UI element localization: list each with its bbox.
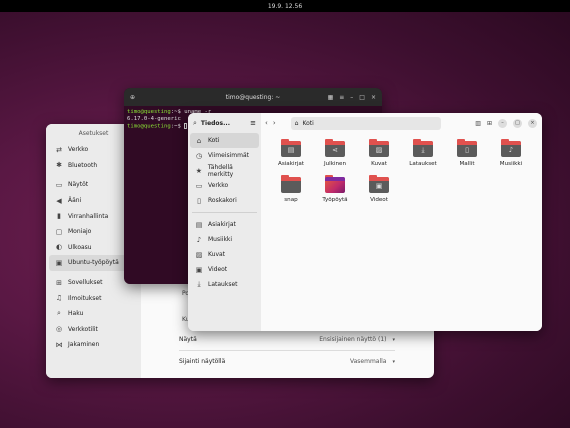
sidebar-item-trash[interactable]: ▯ Roskakori [190, 193, 259, 208]
close-icon[interactable]: × [371, 94, 376, 101]
sidebar-item-recent[interactable]: ◷ Viimeisimmät [190, 148, 259, 163]
grid-view-icon[interactable]: ⊞ [487, 120, 492, 127]
files-window: ⌕ Tiedos... ≡ ⌂ Koti ◷ Viimeisimmät ★ Tähdel… [188, 113, 542, 331]
sidebar-item-home[interactable]: ⌂ Koti [190, 133, 259, 148]
star-icon: ★ [195, 166, 203, 175]
recent-icon: ◷ [195, 151, 203, 160]
online-accounts-icon: ◎ [55, 325, 63, 334]
sidebar-item-pictures[interactable]: ▨ Kuvat [190, 247, 259, 262]
top-bar: 19.9. 12.56 [0, 0, 570, 12]
divider [179, 350, 395, 351]
downloads-folder-icon: ⤓ [421, 146, 425, 154]
sidebar-item-videos[interactable]: ▣ Videot [190, 262, 259, 277]
sound-icon: ◀ [56, 196, 62, 205]
bluetooth-icon: ✱ [56, 161, 62, 170]
folder-item[interactable]: ♪ Musiikki [489, 139, 533, 167]
desktop-folder-icon: Työpöytä [322, 197, 348, 203]
ubuntu-desktop-icon: ▣ [55, 258, 63, 267]
apps-icon: ⊞ [56, 278, 62, 287]
menu-icon[interactable]: ▦ [328, 94, 334, 101]
trash-icon: ▯ [197, 196, 201, 205]
network-icon: ⇄ [56, 145, 62, 154]
downloads-icon: ⤓ [197, 280, 201, 288]
music-folder-icon: ♪ [508, 146, 514, 154]
home-icon: ⌂ [196, 136, 202, 145]
folder-item[interactable]: ▨ Kuvat [357, 139, 401, 167]
minimize-icon[interactable]: – [350, 94, 353, 101]
back-icon[interactable]: ‹ [265, 119, 268, 127]
maximize-icon[interactable]: □ [513, 118, 522, 128]
chevron-down-icon: ▾ [392, 358, 395, 365]
sidebar-item-online-accounts[interactable]: ◎ Verkkotilit [49, 322, 138, 338]
files-headerbar: ‹ › ⌂ Koti ▥ ⊞ – □ × [261, 113, 542, 133]
folder-item[interactable]: Työpöytä [313, 175, 357, 203]
sidebar-item-network[interactable]: ▭ Verkko [190, 178, 259, 193]
maximize-icon[interactable]: □ [359, 94, 365, 101]
sidebar-item-starred[interactable]: ★ Tähdellä merkitty [190, 163, 259, 178]
search-icon: ⌕ [57, 309, 61, 318]
close-icon[interactable]: × [528, 118, 537, 128]
folder-item[interactable]: ▤ Asiakirjat [269, 139, 313, 167]
display-icon: ▭ [55, 180, 63, 189]
folder-item[interactable]: snap [269, 175, 313, 203]
files-app-title: Tiedos... [200, 119, 230, 127]
videos-icon: ▣ [195, 265, 203, 274]
sidebar-item-search[interactable]: ⌕ Haku [49, 306, 138, 322]
sidebar-item-downloads[interactable]: ⤓ Lataukset [190, 277, 259, 292]
files-sidebar-header: ⌕ Tiedos... ≡ [188, 113, 261, 133]
chevron-down-icon: ▾ [392, 336, 395, 343]
documents-icon: ▤ [195, 220, 203, 229]
files-sidebar: ⌕ Tiedos... ≡ ⌂ Koti ◷ Viimeisimmät ★ Tähdel… [188, 113, 261, 331]
forward-icon[interactable]: › [273, 119, 276, 127]
files-main: ‹ › ⌂ Koti ▥ ⊞ – □ × ▤ Asiakirjat ⋖ Julkine… [261, 113, 542, 331]
appearance-icon: ◐ [55, 243, 63, 252]
view-options-icon[interactable]: ▥ [475, 120, 481, 127]
divider [192, 212, 257, 213]
search-icon[interactable]: ⌕ [193, 119, 197, 128]
clock[interactable]: 19.9. 12.56 [268, 3, 302, 10]
hamburger-icon[interactable]: ≡ [339, 94, 344, 101]
videos-folder-icon: ▣ [375, 182, 383, 190]
documents-folder-icon: ▤ [287, 146, 295, 154]
pictures-folder-icon: ▨ [375, 146, 383, 154]
path-bar[interactable]: ⌂ Koti [290, 116, 441, 130]
terminal-header: ⊕ timo@questing: ~ ▦ ≡ – □ × [124, 88, 382, 106]
folder-item[interactable]: ⤓ Lataukset [401, 139, 445, 167]
bell-icon: ♫ [55, 294, 63, 303]
minimize-icon[interactable]: – [498, 118, 507, 128]
cursor [184, 123, 188, 129]
templates-folder-icon: ▯ [465, 146, 469, 154]
network-icon: ▭ [195, 181, 203, 190]
pictures-icon: ▨ [195, 250, 203, 259]
power-icon: ▮ [57, 212, 61, 221]
sidebar-item-documents[interactable]: ▤ Asiakirjat [190, 217, 259, 232]
sidebar-item-sharing[interactable]: ⋈ Jakaminen [49, 337, 138, 353]
position-row[interactable]: Sijainti näytöllä Vasemmalla ▾ [179, 358, 395, 365]
folder-item[interactable]: ⋖ Julkinen [313, 139, 357, 167]
public-folder-icon: ⋖ [332, 146, 338, 154]
folder-item[interactable]: ▣ Videot [357, 175, 401, 203]
sidebar-item-music[interactable]: ♪ Musiikki [190, 232, 259, 247]
home-icon: ⌂ [294, 119, 299, 127]
hamburger-icon[interactable]: ≡ [250, 119, 256, 127]
sharing-icon: ⋈ [55, 340, 63, 349]
folder-icon: snap [284, 197, 298, 203]
multitasking-icon: ▢ [55, 227, 63, 236]
show-on-row[interactable]: Näytä Ensisijainen näyttö (1) ▾ [179, 336, 395, 343]
folder-item[interactable]: ▯ Mallit [445, 139, 489, 167]
music-icon: ♪ [196, 235, 202, 244]
sidebar-item-notifications[interactable]: ♫ Ilmoitukset [49, 290, 138, 306]
